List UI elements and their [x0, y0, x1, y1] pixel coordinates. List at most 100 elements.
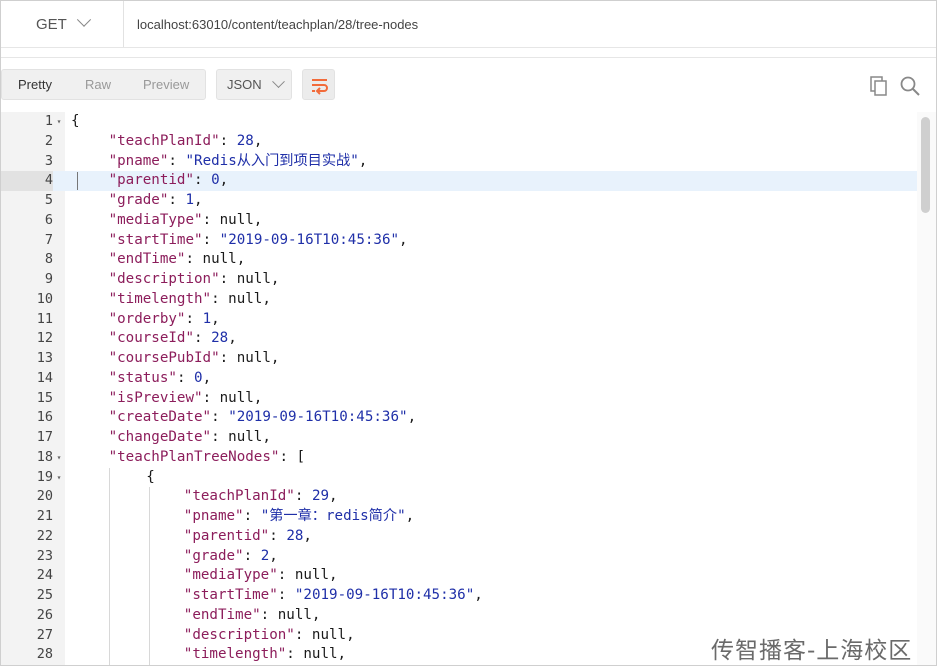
code-text: "mediaType": null,: [108, 211, 263, 228]
code-line: 25 "startTime": "2019-09-16T10:45:36",: [1, 586, 917, 606]
request-bar: GET localhost:63010/content/teachplan/28…: [1, 1, 936, 47]
code-line: 18 ▾ "teachPlanTreeNodes": [: [1, 448, 917, 468]
code-line: 19 ▾ {: [1, 468, 917, 488]
method-label: GET: [36, 15, 67, 33]
wrap-lines-icon: [312, 79, 328, 95]
tab-preview[interactable]: Preview: [143, 77, 189, 92]
line-number: 27: [36, 626, 53, 643]
format-label: JSON: [227, 77, 262, 92]
indent-guide: [149, 487, 151, 665]
line-number: 19: [36, 468, 53, 485]
vertical-scrollbar[interactable]: [917, 112, 936, 665]
line-number: 22: [36, 527, 53, 544]
code-text: "timelength": null,: [108, 290, 271, 307]
code-text: "startTime": "2019-09-16T10:45:36",: [108, 231, 408, 248]
code-line: 3 "pname": "Redis从入门到项目实战",: [1, 152, 917, 172]
url-input[interactable]: localhost:63010/content/teachplan/28/tre…: [137, 1, 418, 47]
code-line: 13 "coursePubId": null,: [1, 349, 917, 369]
code-text: "endTime": null,: [108, 251, 246, 268]
code-text: "teachPlanId": 29,: [183, 488, 338, 505]
code-text: "description": null,: [108, 271, 280, 287]
response-body-editor[interactable]: 1 ▾{2 "teachPlanId": 28, 3 "pname": "Redis从入…: [1, 112, 917, 665]
code-text: "coursePubId": null,: [108, 350, 280, 366]
line-number: 11: [36, 310, 53, 327]
code-text: "changeDate": null,: [108, 429, 271, 445]
scrollbar-thumb[interactable]: [921, 117, 930, 213]
code-text: "parentid": 28,: [183, 527, 312, 544]
line-number: 15: [36, 389, 53, 406]
line-number: 6: [44, 211, 53, 228]
code-line: 20 "teachPlanId": 29,: [1, 487, 917, 507]
search-button[interactable]: [899, 75, 921, 97]
code-text: "isPreview": null,: [108, 389, 263, 406]
fold-toggle-icon[interactable]: ▾: [54, 112, 64, 132]
code-text: {: [146, 468, 155, 485]
code-line: 7 "startTime": "2019-09-16T10:45:36",: [1, 231, 917, 251]
watermark: 传智播客-上海校区: [711, 638, 913, 664]
line-number: 21: [36, 508, 53, 524]
method-select[interactable]: GET: [1, 1, 121, 47]
line-number: 3: [44, 152, 53, 169]
view-tabs: Pretty Raw Preview: [1, 69, 206, 100]
tab-pretty[interactable]: Pretty: [18, 77, 52, 92]
code-text: "timelength": null,: [183, 646, 347, 663]
code-line: 23 "grade": 2,: [1, 547, 917, 567]
fold-toggle-icon[interactable]: ▾: [54, 448, 64, 468]
line-number: 25: [36, 587, 53, 603]
line-number: 5: [44, 192, 53, 208]
code-text: "grade": 2,: [183, 547, 278, 564]
line-number: 2: [44, 132, 53, 149]
code-line: 21 "pname": "第一章：redis简介",: [1, 507, 917, 527]
code-line: 24 "mediaType": null,: [1, 566, 917, 586]
code-line: 17 "changeDate": null,: [1, 428, 917, 448]
code-text: "pname": "Redis从入门到项目实战",: [108, 152, 368, 169]
code-line: 14 "status": 0,: [1, 369, 917, 389]
code-text: "status": 0,: [108, 369, 212, 386]
code-text: "endTime": null,: [183, 606, 321, 623]
code-text: "createDate": "2019-09-16T10:45:36",: [108, 409, 417, 426]
code-text: "teachPlanTreeNodes": [: [108, 448, 306, 465]
code-text: "parentid": 0,: [108, 172, 229, 189]
code-line: 9 "description": null,: [1, 270, 917, 290]
line-number: 10: [36, 290, 53, 307]
line-number: 9: [44, 271, 53, 287]
line-number: 26: [36, 606, 53, 623]
indent-guide: [108, 467, 110, 665]
code-line: 22 "parentid": 28,: [1, 527, 917, 547]
code-text: "startTime": "2019-09-16T10:45:36",: [183, 587, 483, 603]
chevron-down-icon: [76, 12, 91, 27]
code-line: 6 "mediaType": null,: [1, 211, 917, 231]
line-number: 16: [36, 409, 53, 426]
chevron-down-icon: [271, 75, 285, 89]
code-text: "teachPlanId": 28,: [108, 132, 263, 149]
line-number: 7: [44, 231, 53, 248]
wrap-lines-button[interactable]: [302, 69, 335, 100]
line-number: 24: [36, 567, 53, 584]
fold-toggle-icon[interactable]: ▾: [54, 468, 64, 488]
copy-button[interactable]: [868, 75, 890, 97]
code-line: 5 "grade": 1,: [1, 191, 917, 211]
copy-icon: [870, 76, 887, 96]
code-line: 8 "endTime": null,: [1, 250, 917, 270]
postman-window: GET localhost:63010/content/teachplan/28…: [0, 0, 937, 666]
code-line: 12 "courseId": 28,: [1, 329, 917, 349]
code-line: 26 "endTime": null,: [1, 606, 917, 626]
line-number: 8: [44, 251, 53, 268]
tab-raw[interactable]: Raw: [85, 77, 111, 92]
format-select[interactable]: JSON: [216, 69, 292, 100]
code-line: 15 "isPreview": null,: [1, 389, 917, 409]
line-number: 1: [44, 113, 53, 129]
line-number: 14: [36, 369, 53, 386]
code-text: "pname": "第一章：redis简介",: [183, 508, 415, 524]
code-line: 11 "orderby": 1,: [1, 310, 917, 330]
code-text: "orderby": 1,: [108, 310, 220, 327]
code-line: 10 "timelength": null,: [1, 290, 917, 310]
code-text: {: [71, 113, 80, 129]
response-toolbar: Pretty Raw Preview JSON: [1, 67, 936, 103]
code-text: "mediaType": null,: [183, 567, 338, 584]
line-number: 20: [36, 488, 53, 505]
code-line: 1 ▾ {: [1, 112, 917, 132]
line-number: 13: [36, 350, 53, 366]
line-number: 4: [1, 171, 53, 191]
search-icon: [900, 76, 920, 96]
